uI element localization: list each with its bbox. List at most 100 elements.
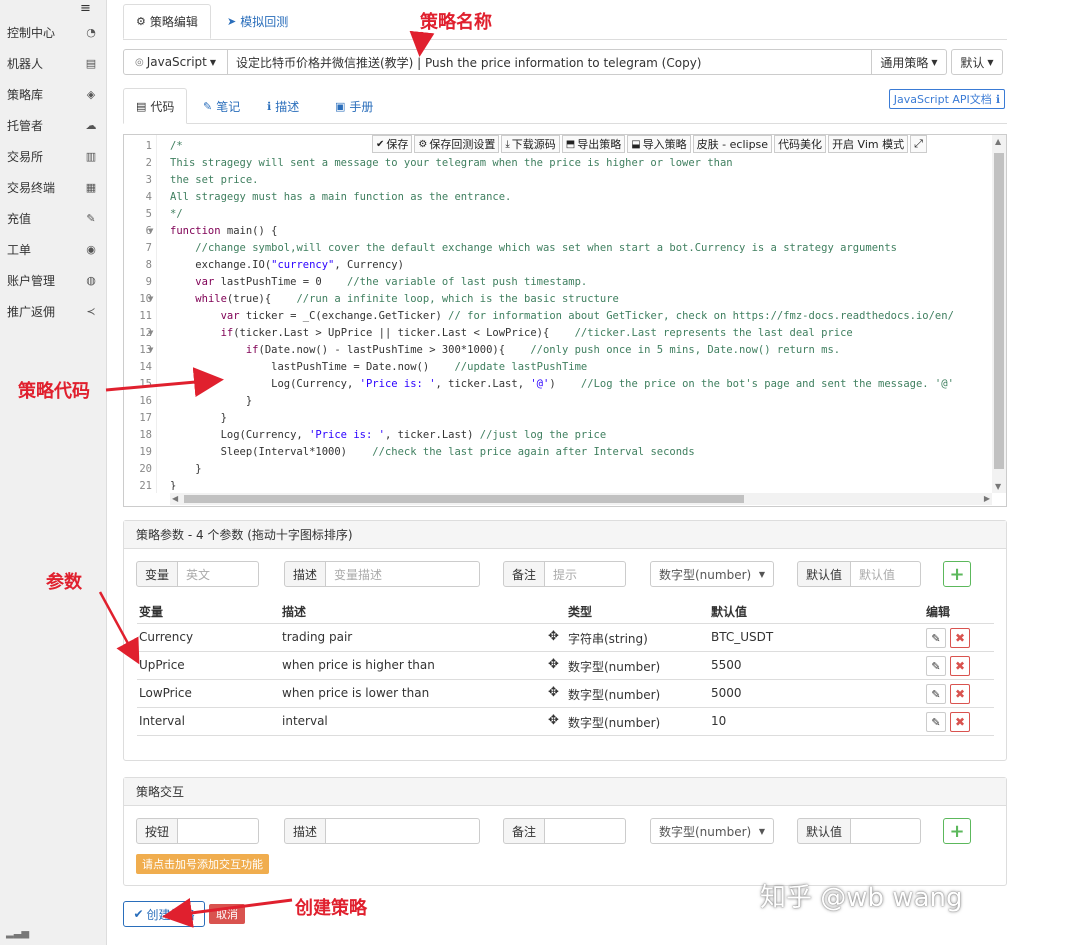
line-number: 19 <box>139 446 152 458</box>
fold-icon[interactable]: ▼ <box>148 223 153 240</box>
scroll-left-icon[interactable]: ◀ <box>172 494 178 503</box>
sidebar-item-label: 工单 <box>7 242 32 257</box>
tab-strategy-edit[interactable]: ⚙ 策略编辑 <box>123 4 211 39</box>
fullscreen-button[interactable]: ⤢ <box>910 135 927 153</box>
edit-param-button[interactable]: ✎ <box>926 712 946 732</box>
server-icon: ▤ <box>85 56 97 70</box>
move-icon[interactable]: ✥ <box>548 629 559 644</box>
delete-param-button[interactable]: ✖ <box>950 712 970 732</box>
sidebar-item-9[interactable]: 推广返佣 ≺ <box>7 300 97 322</box>
move-icon[interactable]: ✥ <box>548 713 559 728</box>
tab-backtest[interactable]: ➤ 模拟回测 <box>215 4 300 39</box>
fold-icon[interactable]: ▼ <box>148 342 153 359</box>
param-var-label: 变量 <box>136 561 179 587</box>
line-number: 5 <box>145 208 152 220</box>
tab-notes[interactable]: ✎ 笔记 <box>191 88 252 124</box>
general-strategy-dropdown[interactable]: 通用策略 ▼ <box>872 49 947 75</box>
cancel-button[interactable]: 取消 <box>209 904 245 924</box>
import-strategy-button[interactable]: ⬓ 导入策略 <box>627 135 691 153</box>
interact-default-input[interactable] <box>851 818 922 844</box>
sidebar-item-2[interactable]: 策略库 ◈ <box>7 83 97 105</box>
tab-description[interactable]: ℹ 描述 <box>255 88 311 124</box>
param-var-cell: Currency <box>139 630 194 644</box>
sidebar-item-5[interactable]: 交易终端 ▦ <box>7 176 97 198</box>
param-var-input[interactable]: 英文 <box>178 561 260 587</box>
sidebar-item-6[interactable]: 充值 ✎ <box>7 207 97 229</box>
delete-param-button[interactable]: ✖ <box>950 628 970 648</box>
horizontal-scrollbar[interactable]: ◀ ▶ <box>170 493 992 505</box>
interact-default-label: 默认值 <box>797 818 852 844</box>
delete-param-button[interactable]: ✖ <box>950 684 970 704</box>
param-desc-input[interactable]: 变量描述 <box>326 561 481 587</box>
delete-param-button[interactable]: ✖ <box>950 656 970 676</box>
sidebar-item-3[interactable]: 托管者 ☁ <box>7 114 97 136</box>
wrench-icon: ✎ <box>86 211 96 225</box>
horizontal-scroll-thumb[interactable] <box>184 495 744 503</box>
param-var-cell: UpPrice <box>139 658 185 672</box>
param-desc-cell: when price is higher than <box>282 658 435 672</box>
tab-manual[interactable]: ▣ 手册 <box>323 88 385 124</box>
interact-note-input[interactable] <box>545 818 627 844</box>
save-backtest-button[interactable]: ⚙ 保存回测设置 <box>414 135 500 153</box>
sidebar-item-4[interactable]: 交易所 ▥ <box>7 145 97 167</box>
param-default-input[interactable]: 默认值 <box>851 561 922 587</box>
scroll-down-icon[interactable]: ▼ <box>995 482 1001 491</box>
col-header-edit: 编辑 <box>926 605 951 619</box>
code-token: //just log the price <box>479 429 607 441</box>
edit-param-button[interactable]: ✎ <box>926 628 946 648</box>
code-token: 'Price is: ' <box>309 429 385 441</box>
strategy-name-input[interactable]: 设定比特币价格并微信推送(教学) | Push the price inform… <box>228 49 872 75</box>
sidebar-item-8[interactable]: 账户管理 ◍ <box>7 269 97 291</box>
save-button[interactable]: ✔ 保存 <box>372 135 413 153</box>
vim-mode-label: 开启 Vim 模式 <box>832 138 905 151</box>
interact-type-select[interactable]: 数字型(number) ▼ <box>650 818 774 844</box>
fold-icon[interactable]: ▼ <box>148 325 153 342</box>
add-param-button[interactable]: + <box>943 561 971 587</box>
fold-icon[interactable]: ▼ <box>148 291 153 308</box>
editor-subtabs: ▤ 代码 ✎ 笔记 ℹ 描述 ▣ 手册 JavaScript API文档 ℹ <box>123 86 1007 124</box>
scroll-up-icon[interactable]: ▲ <box>995 137 1001 146</box>
download-source-label: 下载源码 <box>511 138 556 151</box>
sidebar-item-0[interactable]: 控制中心 ◔ <box>7 21 97 43</box>
line-number: 3 <box>145 174 152 186</box>
code-token: (true){ <box>226 293 297 305</box>
download-source-button[interactable]: ⤓ 下载源码 <box>501 135 560 153</box>
code-token: , ticker.Last) <box>384 429 480 441</box>
line-number: 7 <box>145 242 152 254</box>
skin-button[interactable]: 皮肤 - eclipse <box>692 135 773 153</box>
language-dropdown[interactable]: ◎ JavaScript ▼ <box>123 49 228 75</box>
code-token: (Date.now() - lastPushTime > 300*1000){ <box>258 344 531 356</box>
param-note-input[interactable]: 提示 <box>545 561 627 587</box>
code-content[interactable]: /* This stragegy will sent a message to y… <box>170 138 990 490</box>
add-interact-button[interactable]: + <box>943 818 971 844</box>
edit-param-button[interactable]: ✎ <box>926 684 946 704</box>
code-token: lastPushTime = 0 <box>214 276 348 288</box>
interact-button-input[interactable] <box>178 818 260 844</box>
beautify-button[interactable]: 代码美化 <box>774 135 827 153</box>
sidebar-item-7[interactable]: 工单 ◉ <box>7 238 97 260</box>
api-doc-link[interactable]: JavaScript API文档 ℹ <box>888 89 1005 109</box>
interact-desc-input[interactable] <box>326 818 481 844</box>
move-icon[interactable]: ✥ <box>548 685 559 700</box>
menu-icon[interactable]: ≡ <box>80 1 91 16</box>
default-dropdown[interactable]: 默认 ▼ <box>951 49 1003 75</box>
line-number: 21 <box>139 480 152 492</box>
vertical-scroll-thumb[interactable] <box>994 153 1004 469</box>
scroll-right-icon[interactable]: ▶ <box>984 494 990 503</box>
tab-code[interactable]: ▤ 代码 <box>123 88 188 124</box>
col-header-desc: 描述 <box>282 605 307 619</box>
create-strategy-button[interactable]: ✔ 创建策略 <box>123 901 205 927</box>
code-editor[interactable]: 1 2 3 4 5 6 ▼ 7 8 9 10 ▼ 11 12 ▼ 13 ▼ 14 15 16 17 18 19 20 21 /*… <box>123 134 1007 507</box>
vertical-scrollbar[interactable]: ▲ ▼ <box>992 135 1006 493</box>
param-type-select[interactable]: 数字型(number) ▼ <box>650 561 774 587</box>
move-icon[interactable]: ✥ <box>548 657 559 672</box>
strategy-name-bar: ◎ JavaScript ▼ 设定比特币价格并微信推送(教学) | Push t… <box>123 49 1007 77</box>
vim-mode-button[interactable]: 开启 Vim 模式 <box>828 135 909 153</box>
export-strategy-button[interactable]: ⬒ 导出策略 <box>561 135 626 153</box>
edit-param-button[interactable]: ✎ <box>926 656 946 676</box>
line-number: 8 <box>145 259 152 271</box>
sidebar-item-1[interactable]: 机器人 ▤ <box>7 52 97 74</box>
